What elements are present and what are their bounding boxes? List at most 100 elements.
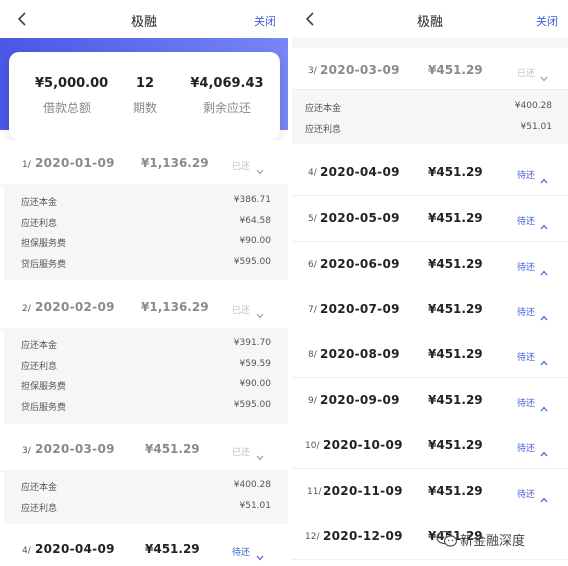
chevron-up-icon[interactable] <box>540 488 548 503</box>
installment-number: 8/ <box>308 350 317 360</box>
detail-value: ¥595.00 <box>233 400 271 410</box>
installment-row-2[interactable]: 2/ 2020-02-09 ¥1,136.29 已还 <box>0 284 288 330</box>
detail-principal: 应还本金 ¥391.70 <box>21 338 271 352</box>
installment-amount: ¥451.29 <box>145 542 200 556</box>
detail-interest: 应还利息 ¥59.59 <box>21 359 271 373</box>
installment-row-1[interactable]: 1/ 2020-01-09 ¥1,136.29 已还 <box>0 140 288 186</box>
installment-amount: ¥451.29 <box>428 211 483 225</box>
detail-label: 担保服务费 <box>21 382 67 392</box>
status-pending: 待还 <box>517 353 536 363</box>
installment-number: 12/ <box>305 532 320 542</box>
detail-value: ¥59.59 <box>239 359 272 369</box>
detail-label: 应还本金 <box>21 341 58 351</box>
status-pending: 待还 <box>517 217 536 227</box>
installment-date: 2020-07-09 <box>320 302 400 316</box>
wechat-icon <box>436 530 458 548</box>
detail-value: ¥64.58 <box>239 216 272 226</box>
installment-row-10[interactable]: 10/ 2020-10-09 ¥451.29 待还 <box>292 423 568 469</box>
detail-interest: 应还利息 ¥51.01 <box>21 501 271 515</box>
page-title: 极融 <box>130 15 157 30</box>
installment-date: 2020-12-09 <box>323 529 403 543</box>
detail-after-loan-fee: 贷后服务费 ¥595.00 <box>21 400 271 414</box>
installment-detail-2: 应还本金 ¥391.70 应还利息 ¥59.59 担保服务费 ¥90.00 贷后服务费… <box>4 328 288 424</box>
chevron-up-icon[interactable] <box>540 442 548 457</box>
installment-amount: ¥1,136.29 <box>141 300 209 314</box>
detail-label: 应还利息 <box>21 219 58 229</box>
status-pending: 待还 <box>517 308 536 318</box>
installment-row-3[interactable]: 3/ 2020-03-09 ¥451.29 已还 <box>0 426 288 472</box>
installment-row-6[interactable]: 6/ 2020-06-09 ¥451.29 待还 <box>292 242 568 288</box>
installment-number: 11/ <box>307 487 322 497</box>
installment-row-5[interactable]: 5/ 2020-05-09 ¥451.29 待还 <box>292 196 568 242</box>
detail-value: ¥386.71 <box>233 195 271 205</box>
detail-principal: 应还本金 ¥400.28 <box>305 101 552 115</box>
installment-row-7[interactable]: 7/ 2020-07-09 ¥451.29 待还 <box>292 287 568 333</box>
chevron-up-icon[interactable] <box>540 397 548 412</box>
page-title: 极融 <box>416 15 443 30</box>
chevron-up-icon[interactable] <box>540 215 548 230</box>
close-button[interactable]: 关闭 <box>536 13 558 29</box>
periods-label: 期数 <box>132 101 157 115</box>
detail-label: 贷后服务费 <box>21 403 67 413</box>
detail-label: 应还利息 <box>21 504 58 514</box>
installment-number: 6/ <box>308 260 317 270</box>
detail-value: ¥51.01 <box>239 501 272 511</box>
watermark-text: 新金融深度 <box>460 534 526 549</box>
installment-number: 5/ <box>308 214 317 224</box>
installment-row-9[interactable]: 9/ 2020-09-09 ¥451.29 待还 <box>292 378 568 424</box>
installment-row-4[interactable]: 4/ 2020-04-09 ¥451.29 待还 <box>0 528 288 566</box>
installment-number: 3/ <box>22 446 31 456</box>
detail-value: ¥51.01 <box>520 122 553 132</box>
detail-after-loan-fee: 贷后服务费 ¥595.00 <box>21 257 271 271</box>
chevron-up-icon[interactable] <box>540 306 548 321</box>
status-paid: 已还 <box>232 448 251 458</box>
installment-date: 2020-09-09 <box>320 393 400 407</box>
summary-remaining: ¥4,069.43 剩余应还 <box>187 76 267 116</box>
summary-total: ¥5,000.00 借款总额 <box>35 76 108 116</box>
installment-date: 2020-01-09 <box>35 156 115 170</box>
chevron-down-icon[interactable] <box>540 67 548 82</box>
chevron-up-icon[interactable] <box>540 351 548 366</box>
installment-detail-3: 应还本金 ¥400.28 应还利息 ¥51.01 <box>4 470 288 524</box>
installment-amount: ¥451.29 <box>428 438 483 452</box>
chevron-up-icon[interactable] <box>540 169 548 184</box>
detail-label: 担保服务费 <box>21 239 67 249</box>
detail-value: ¥90.00 <box>239 379 272 389</box>
installment-number: 4/ <box>22 546 31 556</box>
installment-amount: ¥451.29 <box>428 302 483 316</box>
detail-guarantee-fee: 担保服务费 ¥90.00 <box>21 379 271 393</box>
installment-number: 10/ <box>305 441 320 451</box>
installment-number: 2/ <box>22 304 31 314</box>
detail-principal: 应还本金 ¥400.28 <box>21 480 271 494</box>
chevron-up-icon[interactable] <box>540 261 548 276</box>
installment-amount: ¥1,136.29 <box>141 156 209 170</box>
detail-value: ¥90.00 <box>239 236 272 246</box>
installment-row-3[interactable]: 3/ 2020-03-09 ¥451.29 已还 <box>292 48 568 90</box>
chevron-down-icon[interactable] <box>256 304 264 319</box>
detail-interest: 应还利息 ¥51.01 <box>305 122 552 136</box>
chevron-down-icon[interactable] <box>256 546 264 561</box>
detail-value: ¥595.00 <box>233 257 271 267</box>
installment-row-8[interactable]: 8/ 2020-08-09 ¥451.29 待还 <box>292 332 568 378</box>
detail-interest: 应还利息 ¥64.58 <box>21 216 271 230</box>
chevron-down-icon[interactable] <box>256 446 264 461</box>
installment-amount: ¥451.29 <box>428 347 483 361</box>
status-pending: 待还 <box>517 171 536 181</box>
installment-date: 2020-03-09 <box>320 63 400 77</box>
installment-date: 2020-11-09 <box>323 484 403 498</box>
installment-amount: ¥451.29 <box>428 63 483 77</box>
installment-detail-3: 应还本金 ¥400.28 应还利息 ¥51.01 <box>292 90 568 144</box>
installment-number: 3/ <box>308 66 317 76</box>
detail-label: 贷后服务费 <box>21 260 67 270</box>
installment-row-11[interactable]: 11/ 2020-11-09 ¥451.29 待还 <box>292 469 568 515</box>
close-button[interactable]: 关闭 <box>254 13 276 29</box>
installment-date: 2020-06-09 <box>320 257 400 271</box>
chevron-down-icon[interactable] <box>256 160 264 175</box>
installment-row-4[interactable]: 4/ 2020-04-09 ¥451.29 待还 <box>292 150 568 196</box>
installment-number: 9/ <box>308 396 317 406</box>
detail-label: 应还本金 <box>21 483 58 493</box>
detail-label: 应还利息 <box>21 362 58 372</box>
installment-date: 2020-02-09 <box>35 300 115 314</box>
installment-number: 4/ <box>308 168 317 178</box>
summary-periods: 12 期数 <box>127 76 163 116</box>
